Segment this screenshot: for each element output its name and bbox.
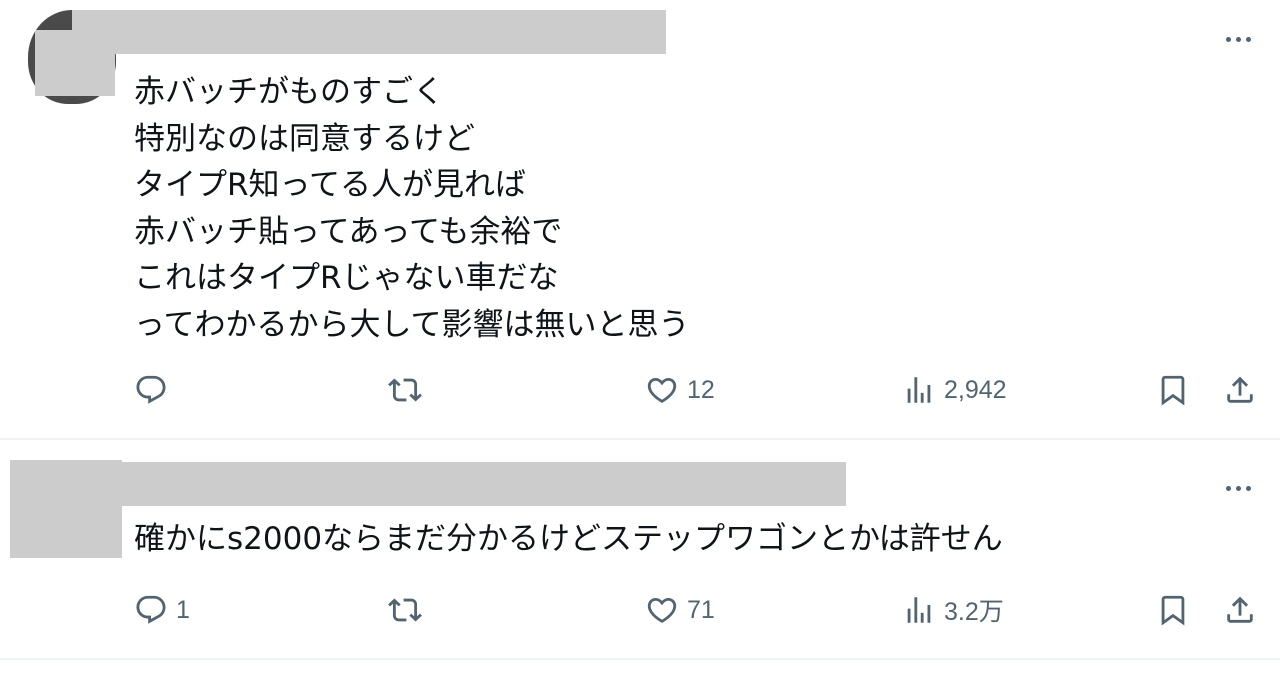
action-bar: 12 2,942 <box>0 370 1280 410</box>
more-dot <box>1235 485 1241 491</box>
analytics-bars-icon <box>907 597 931 623</box>
more-dot <box>1225 485 1231 491</box>
bookmark-icon <box>1161 595 1185 626</box>
like-count: 12 <box>687 375 715 404</box>
more-dot <box>1245 36 1251 42</box>
retweet-button[interactable] <box>388 370 422 410</box>
views-button[interactable]: 2,942 <box>902 370 1007 410</box>
like-button[interactable]: 12 <box>645 370 715 410</box>
post-text: 赤バッチがものすごく 特別なのは同意するけど タイプR知ってる人が見れば 赤バッ… <box>134 74 690 343</box>
reply-count: 1 <box>176 595 190 624</box>
share-button[interactable] <box>1223 370 1257 410</box>
more-dot <box>1235 36 1241 42</box>
retweet-icon <box>388 598 422 622</box>
view-count: 3.2万 <box>944 598 1004 626</box>
redacted-user-info <box>122 462 846 506</box>
heart-icon <box>647 597 677 623</box>
reply-bubble-icon <box>136 595 166 624</box>
more-options-button[interactable] <box>1218 24 1258 54</box>
bookmark-icon <box>1161 375 1185 406</box>
more-dot <box>1245 485 1251 491</box>
bookmark-button[interactable] <box>1156 590 1190 630</box>
more-dot <box>1225 36 1231 42</box>
reply-bubble-icon <box>136 375 166 404</box>
post-text: 確かにs2000ならまだ分かるけどステップワゴンとかは許せん <box>134 521 1003 557</box>
share-icon <box>1227 596 1253 623</box>
post-1[interactable]: 赤バッチがものすごく 特別なのは同意するけど タイプR知ってる人が見れば 赤バッ… <box>0 0 1280 440</box>
view-count: 2,942 <box>944 375 1007 404</box>
analytics-bars-icon <box>907 377 931 403</box>
share-icon <box>1227 376 1253 403</box>
heart-icon <box>647 377 677 403</box>
redacted-avatar-area <box>10 460 122 558</box>
like-count: 71 <box>687 595 715 624</box>
redacted-avatar-area <box>35 30 115 96</box>
redacted-user-info <box>72 10 666 54</box>
more-options-button[interactable] <box>1218 473 1258 503</box>
bookmark-button[interactable] <box>1156 370 1190 410</box>
reply-button[interactable] <box>134 370 176 410</box>
reply-button[interactable]: 1 <box>134 590 190 630</box>
retweet-icon <box>388 378 422 402</box>
like-button[interactable]: 71 <box>645 590 715 630</box>
retweet-button[interactable] <box>388 590 422 630</box>
share-button[interactable] <box>1223 590 1257 630</box>
views-button[interactable]: 3.2万 <box>902 590 1004 630</box>
action-bar: 1 71 3.2万 <box>0 590 1280 630</box>
post-2[interactable]: 確かにs2000ならまだ分かるけどステップワゴンとかは許せん 1 71 3.2万 <box>0 440 1280 660</box>
